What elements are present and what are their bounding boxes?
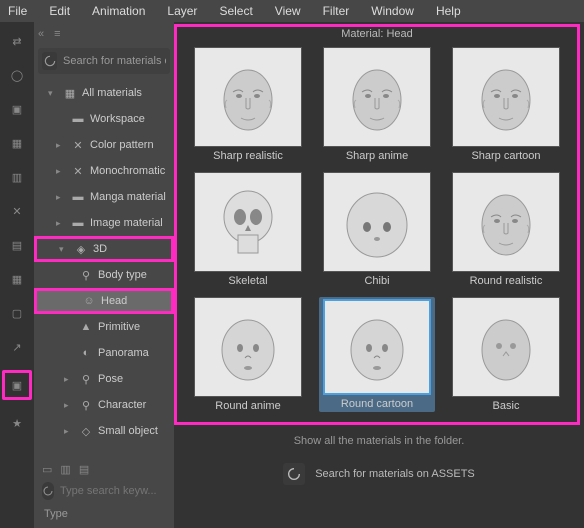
rail-mixer-icon[interactable]: ▦ bbox=[4, 268, 30, 290]
material-sidebar: « ≡ Search for materials on A ▾▦All mate… bbox=[34, 22, 174, 528]
tree-item-manga-material[interactable]: ▸▬Manga material bbox=[34, 184, 174, 210]
menu-select[interactable]: Select bbox=[219, 4, 252, 18]
material-label: Round realistic bbox=[470, 275, 543, 287]
tree-item-small-object[interactable]: ▸◇Small object bbox=[34, 418, 174, 444]
material-card-round-cartoon[interactable]: Round cartoon bbox=[319, 297, 435, 412]
rail-materials-icon[interactable]: ▣ bbox=[2, 370, 32, 400]
chevron-left-icon[interactable]: « bbox=[38, 28, 44, 40]
material-thumb bbox=[452, 172, 560, 272]
hamburger-icon[interactable]: ≡ bbox=[54, 28, 60, 40]
rail-export-icon[interactable]: ↗ bbox=[4, 336, 30, 358]
menu-filter[interactable]: Filter bbox=[323, 4, 350, 18]
tree-item-pose[interactable]: ▸⚲Pose bbox=[34, 366, 174, 392]
search-assets-text: Search for materials on A bbox=[63, 55, 166, 67]
material-label: Basic bbox=[493, 400, 520, 412]
assets-icon bbox=[283, 463, 305, 485]
assets-search-label: Search for materials on ASSETS bbox=[315, 468, 475, 480]
tree-item-color-pattern[interactable]: ▸✕Color pattern bbox=[34, 132, 174, 158]
material-thumb bbox=[323, 172, 431, 272]
material-thumb bbox=[452, 297, 560, 397]
folder2-icon[interactable]: ▤ bbox=[79, 463, 89, 476]
material-label: Round cartoon bbox=[341, 398, 413, 410]
folder-icon[interactable]: ▥ bbox=[60, 463, 70, 476]
tree-item-image-material[interactable]: ▸▬Image material bbox=[34, 210, 174, 236]
tree-item-primitive[interactable]: ▲Primitive bbox=[34, 314, 174, 340]
material-thumb bbox=[323, 47, 431, 147]
menu-layer[interactable]: Layer bbox=[167, 4, 197, 18]
assets-search-row[interactable]: Search for materials on ASSETS bbox=[174, 455, 584, 493]
left-rail: ⇄ ◯ ▣ ▦ ▥ ✕ ▤ ▦ ▢ ↗ ▣ ★ bbox=[0, 22, 34, 528]
menu-window[interactable]: Window bbox=[371, 4, 414, 18]
material-label: Round anime bbox=[215, 400, 280, 412]
materials-title: Material: Head bbox=[177, 27, 577, 41]
rail-arrows-icon[interactable]: ⇄ bbox=[4, 30, 30, 52]
material-label: Sharp realistic bbox=[213, 150, 283, 162]
material-thumb bbox=[194, 47, 302, 147]
material-card-skeletal[interactable]: Skeletal bbox=[191, 172, 305, 287]
material-card-sharp-realistic[interactable]: Sharp realistic bbox=[191, 47, 305, 162]
material-thumb bbox=[194, 297, 302, 397]
material-card-basic[interactable]: Basic bbox=[449, 297, 563, 412]
material-card-sharp-cartoon[interactable]: Sharp cartoon bbox=[449, 47, 563, 162]
tree-item-head[interactable]: ☺Head bbox=[34, 288, 174, 314]
material-tree[interactable]: ▾▦All materials ▬Workspace▸✕Color patter… bbox=[34, 80, 174, 454]
menu-animation[interactable]: Animation bbox=[92, 4, 145, 18]
rail-palette-icon[interactable]: ▦ bbox=[4, 132, 30, 154]
material-card-chibi[interactable]: Chibi bbox=[319, 172, 435, 287]
sidebar-tabs[interactable]: « ≡ bbox=[34, 22, 174, 46]
rail-search-icon[interactable]: ◯ bbox=[4, 64, 30, 86]
rail-cut-icon[interactable]: ✕ bbox=[4, 200, 30, 222]
show-all-link[interactable]: Show all the materials in the folder. bbox=[174, 427, 584, 455]
search-assets-row[interactable]: Search for materials on A bbox=[38, 48, 170, 74]
menu-bar[interactable]: File Edit Animation Layer Select View Fi… bbox=[0, 0, 584, 22]
material-card-round-realistic[interactable]: Round realistic bbox=[449, 172, 563, 287]
menu-view[interactable]: View bbox=[275, 4, 301, 18]
menu-edit[interactable]: Edit bbox=[49, 4, 70, 18]
tree-all-materials[interactable]: ▾▦All materials bbox=[34, 80, 174, 106]
material-thumb bbox=[194, 172, 302, 272]
materials-grid: Sharp realistic Sharp anime Sharp cartoon S… bbox=[177, 41, 577, 422]
rail-frame-icon[interactable]: ▢ bbox=[4, 302, 30, 324]
material-thumb bbox=[452, 47, 560, 147]
tree-item-3d[interactable]: ▾◈3D bbox=[34, 236, 174, 262]
sidebar-bottom-toolbar[interactable]: ▭ ▥ ▤ bbox=[38, 458, 170, 480]
type-label: Type bbox=[38, 504, 170, 524]
tree-item-monochromatic[interactable]: ▸✕Monochromatic bbox=[34, 158, 174, 184]
material-label: Sharp anime bbox=[346, 150, 408, 162]
menu-file[interactable]: File bbox=[8, 4, 27, 18]
rail-layers-icon[interactable]: ▣ bbox=[4, 98, 30, 120]
material-label: Chibi bbox=[364, 275, 389, 287]
material-label: Skeletal bbox=[228, 275, 267, 287]
assets-spinner-icon bbox=[42, 52, 57, 70]
rail-swatch-icon[interactable]: ▥ bbox=[4, 166, 30, 188]
material-thumb bbox=[323, 299, 431, 395]
materials-panel: Material: Head Sharp realistic Sharp anim… bbox=[174, 24, 580, 425]
main-area: Material: Head Sharp realistic Sharp anim… bbox=[174, 22, 584, 528]
tree-item-workspace[interactable]: ▬Workspace bbox=[34, 106, 174, 132]
tree-item-body-type[interactable]: ⚲Body type bbox=[34, 262, 174, 288]
menu-help[interactable]: Help bbox=[436, 4, 461, 18]
material-card-round-anime[interactable]: Round anime bbox=[191, 297, 305, 412]
material-label: Sharp cartoon bbox=[471, 150, 540, 162]
collapse-icon[interactable]: ▭ bbox=[42, 463, 52, 476]
rail-grid-icon[interactable]: ▤ bbox=[4, 234, 30, 256]
keyword-spinner-icon bbox=[42, 482, 54, 500]
tree-item-panorama[interactable]: ◐Panorama bbox=[34, 340, 174, 366]
tree-item-character[interactable]: ▸⚲Character bbox=[34, 392, 174, 418]
rail-fav-icon[interactable]: ★ bbox=[4, 412, 30, 434]
material-card-sharp-anime[interactable]: Sharp anime bbox=[319, 47, 435, 162]
keyword-search-row[interactable] bbox=[38, 480, 170, 504]
